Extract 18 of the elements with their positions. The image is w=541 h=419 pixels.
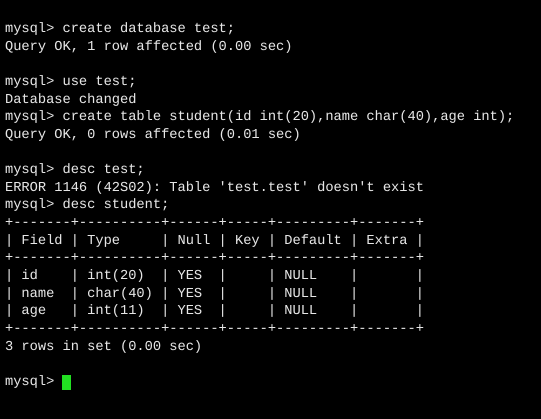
prompt-text: mysql>: [5, 374, 54, 392]
terminal-line: mysql> use test;: [5, 74, 136, 92]
terminal-line: | age | int(11) | YES | | NULL | |: [5, 303, 424, 321]
terminal-line: Query OK, 0 rows affected (0.01 sec): [5, 126, 301, 144]
terminal-line: +-------+----------+------+-----+---------+-------+: [5, 320, 424, 339]
terminal-line: mysql> desc student;: [5, 197, 170, 216]
terminal-line: 3 rows in set (0.00 sec): [5, 338, 202, 356]
terminal-line: Database changed: [5, 92, 136, 110]
terminal-line: mysql> create table student(id int(20),name char(40),age int);: [5, 109, 514, 127]
terminal-line: Query OK, 1 row affected (0.00 sec): [5, 38, 292, 56]
terminal-line: | Field | Type | Null | Key | Default | Extra |: [5, 232, 424, 250]
terminal-line: | id | int(20) | YES | | NULL | |: [5, 268, 424, 286]
terminal-line: mysql> create database test;: [5, 21, 235, 39]
terminal-line: ERROR 1146 (42S02): Table 'test.test' doesn't exist: [5, 180, 424, 198]
terminal-line: +-------+----------+------+-----+---------+-------+: [5, 215, 424, 233]
terminal-line: | name | char(40) | YES | | NULL | |: [5, 286, 424, 304]
terminal-line: mysql> desc test;: [5, 162, 145, 180]
terminal-line: +-------+----------+------+-----+---------+-------+: [5, 250, 424, 268]
